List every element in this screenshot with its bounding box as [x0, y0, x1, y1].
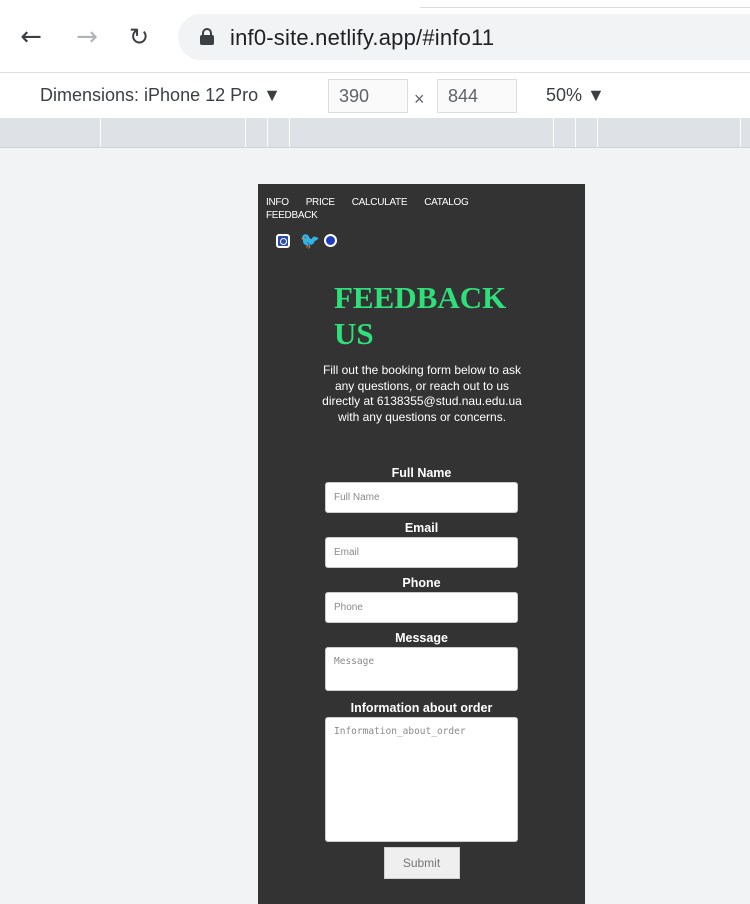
nav-link-calculate[interactable]: CALCULATE [352, 196, 408, 209]
nav-link-price[interactable]: PRICE [306, 196, 335, 209]
url-text[interactable]: inf0-site.netlify.app/#info11 [230, 25, 494, 51]
site-nav: INFO PRICE CALCULATE CATALOG FEEDBACK [266, 196, 566, 222]
ruler-tick [597, 118, 598, 147]
dimension-separator: × [414, 89, 425, 109]
ruler-tick [267, 118, 268, 147]
dimensions-dropdown[interactable]: Dimensions: iPhone 12 Pro ▼ [40, 85, 281, 106]
instagram-icon[interactable] [276, 234, 290, 248]
lock-icon[interactable] [200, 28, 214, 45]
device-toolbar: Dimensions: iPhone 12 Pro ▼ 390 × 844 50… [0, 72, 750, 118]
twitter-icon[interactable]: 🐦 [300, 233, 320, 249]
zoom-dropdown[interactable]: 50% ▼ [546, 85, 605, 106]
telegram-icon[interactable] [324, 234, 337, 247]
message-textarea[interactable] [325, 647, 518, 691]
ruler-tick [575, 118, 576, 147]
full-name-label: Full Name [391, 466, 452, 480]
phone-label: Phone [402, 576, 441, 590]
address-bar[interactable]: inf0-site.netlify.app/#info11 [178, 14, 750, 60]
submit-button[interactable]: Submit [383, 847, 460, 879]
ruler-tick [740, 118, 741, 147]
email-input[interactable] [325, 537, 518, 568]
nav-link-feedback[interactable]: FEEDBACK [266, 209, 318, 222]
device-viewport: INFO PRICE CALCULATE CATALOG FEEDBACK 🐦 FEED… [0, 148, 750, 904]
back-arrow-icon[interactable]: ← [16, 22, 46, 52]
height-input[interactable]: 844 [437, 79, 517, 113]
page-canvas: INFO PRICE CALCULATE CATALOG FEEDBACK 🐦 FEED… [258, 184, 585, 904]
phone-input[interactable] [325, 592, 518, 623]
width-input[interactable]: 390 [328, 79, 408, 113]
media-query-ruler [0, 118, 750, 148]
order-info-label: Information about order [350, 701, 493, 715]
forward-arrow-icon[interactable]: → [72, 22, 102, 52]
tab-strip-edge [420, 0, 750, 8]
ruler-tick [289, 118, 290, 147]
message-label: Message [395, 631, 448, 645]
full-name-input[interactable] [325, 482, 518, 513]
ruler-tick [553, 118, 554, 147]
email-label: Email [404, 521, 439, 535]
intro-text: Fill out the booking form below to ask a… [322, 363, 522, 424]
ruler-tick [245, 118, 246, 147]
nav-link-catalog[interactable]: CATALOG [424, 196, 469, 209]
feedback-form: Full Name Email Phone Message Informatio… [325, 466, 518, 879]
browser-toolbar: ← → ↻ inf0-site.netlify.app/#info11 [0, 0, 750, 72]
order-info-textarea[interactable] [325, 717, 518, 842]
page-title: FEEDBACK US [334, 280, 507, 351]
reload-icon[interactable]: ↻ [124, 22, 154, 52]
nav-link-info[interactable]: INFO [266, 196, 289, 209]
ruler-tick [100, 118, 101, 147]
